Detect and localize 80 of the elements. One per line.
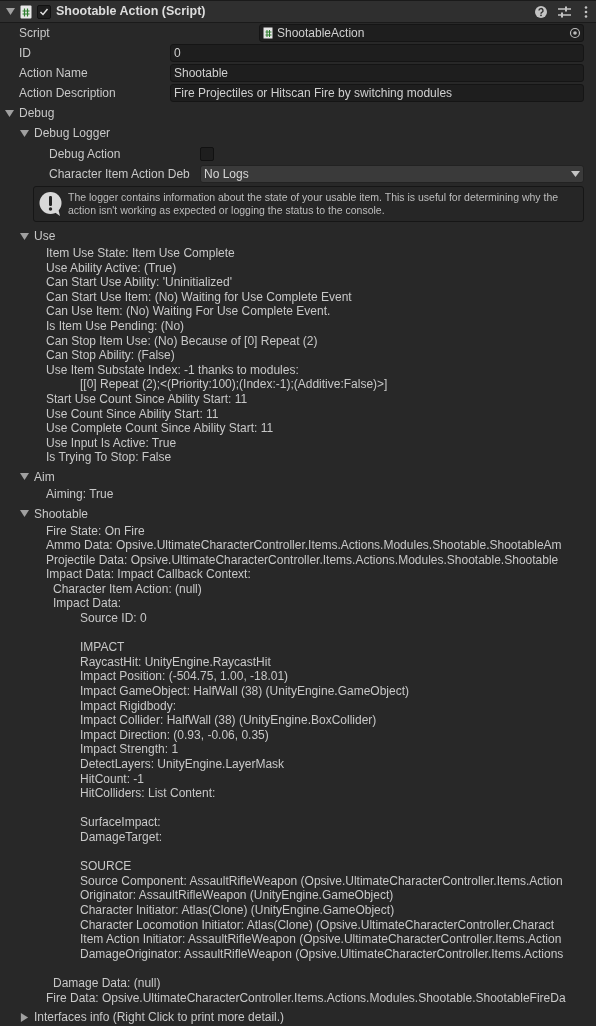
debug-text-line: RaycastHit: UnityEngine.RaycastHit [80,654,272,670]
foldout-label[interactable]: Aim [34,467,55,486]
collapse-triangle-icon[interactable] [20,231,29,241]
object-picker-icon[interactable] [567,25,583,41]
debug-text-line: Can Use Item: (No) Waiting For Use Complete Event. [46,304,332,319]
debug-text-line: Impact GameObject: HalfWall (38) (UnityEngine.GameObject) [80,684,410,699]
foldout-label[interactable]: Debug [19,104,55,122]
debug-text-line: Aiming: True [46,486,115,502]
debug-text-line: Originator: AssaultRifleWeapon (UnityEngine.GameObject) [80,888,395,903]
debug-text-line: Can Start Use Item: (No) Waiting for Use Complete Event [46,289,353,305]
debug-text-line: Character Locomotion Initiator: Atlas(Clone) (Opsive.UltimateCharacterController.Charact [80,917,556,933]
debug-text-line: Ammo Data: Opsive.UltimateCharacterController.Items.Actions.Modules.Shootable.ShootableAm [46,538,563,553]
field-label: Action Description [19,85,117,102]
debug-text-line: Impact Data: [53,596,123,612]
component-title: Shootable Action (Script) [56,3,207,21]
debug-text-line: Use Complete Count Since Ability Start: 11 [46,421,275,436]
debug-text-line: Fire State: On Fire [46,523,146,539]
preset-sliders-icon[interactable] [558,5,571,18]
foldout-label[interactable]: Shootable [34,504,89,523]
collapse-triangle-icon[interactable] [20,128,29,138]
debug-text-line: Use Ability Active: (True) [46,260,178,276]
field-label: Character Item Action Deb [49,166,191,183]
expand-triangle-icon[interactable] [20,1012,29,1022]
menu-icon[interactable] [584,5,588,18]
field-label: Script [19,25,51,42]
debug-text-line: HitCount: -1 [80,771,146,787]
object-field[interactable]: ShootableAction [259,24,584,42]
debug-text-line: Can Stop Ability: (False) [46,348,176,363]
debug-text-line: Character Initiator: Atlas(Clone) (UnityEngine.GameObject) [80,902,396,918]
debug-text-line: Projectile Data: Opsive.UltimateCharacterController.Items.Actions.Modules.Shootable.Shootable [46,552,560,568]
debug-text-line: Source Component: AssaultRifleWeapon (Opsive.UltimateCharacterController.Items.Action [80,873,564,889]
field-label: Action Name [19,65,89,82]
text-field[interactable]: 0 [170,44,584,62]
debug-text-line: SurfaceImpact: [80,815,162,830]
script-file-icon [263,27,273,39]
collapse-triangle-icon[interactable] [20,509,29,518]
collapse-triangle-icon[interactable] [6,7,15,16]
field-label: ID [19,45,32,62]
debug-text-line: Impact Strength: 1 [80,742,180,757]
debug-text-line: Can Start Use Ability: 'Uninitialized' [46,275,233,290]
debug-text-line: DamageTarget: [80,829,164,845]
script-file-icon [20,4,32,19]
debug-text-line: Impact Rigidbody: [80,698,178,714]
foldout-label[interactable]: Debug Logger [34,124,111,142]
dropdown[interactable]: No Logs [200,165,584,183]
debug-text-line: DamageOriginator: AssaultRifleWeapon (Opsive.UltimateCharacterController.Items.Actions [80,946,565,962]
debug-text-line: Use Item Substate Index: -1 thanks to modules: [46,362,300,378]
debug-text-line: Start Use Count Since Ability Start: 11 [46,391,249,407]
debug-text-line: HitColliders: List Content: [80,786,217,801]
debug-text-line: DetectLayers: UnityEngine.LayerMask [80,757,286,772]
debug-text-line: Item Action Initiator: AssaultRifleWeapon (Opsive.UltimateCharacterController.Items.Action [80,932,563,947]
debug-text-line: Use Input Is Active: True [46,435,178,451]
debug-text-line: Is Item Use Pending: (No) [46,318,186,334]
dropdown-caret-icon [571,171,580,177]
debug-text-line: Damage Data: (null) [53,975,162,991]
debug-text-line: Item Use State: Item Use Complete [46,246,236,261]
debug-text-line: Fire Data: Opsive.UltimateCharacterController.Items.Actions.Modules.Shootable.ShootableFireDa [46,990,567,1006]
field-label: Debug Action [49,145,122,163]
debug-text-line: Impact Direction: (0.93, -0.06, 0.35) [80,727,270,743]
debug-text-line: IMPACT [80,640,126,655]
debug-text-line: Impact Position: (-504.75, 1.00, -18.01) [80,669,290,685]
debug-text-line: Use Count Since Ability Start: 11 [46,406,220,422]
foldout-label[interactable]: Use [34,227,56,245]
debug-text-line: Is Trying To Stop: False [46,450,173,465]
debug-text-line: Impact Data: Impact Callback Context: [46,567,252,582]
help-icon[interactable] [535,5,547,18]
collapse-triangle-icon[interactable] [20,472,29,482]
text-field[interactable]: Shootable [170,64,584,82]
warning-bubble-icon [39,192,62,216]
text-field[interactable]: Fire Projectiles or Hitscan Fire by switching modules [170,84,584,102]
foldout-label[interactable]: Interfaces info (Right Click to print more detail.) [34,1008,285,1026]
debug-text-line: [[0] Repeat (2);<(Priority:100);(Index:-1);(Additive:False)>] [80,377,389,392]
debug-text-line: SOURCE [80,859,133,874]
help-text: The logger contains information about the state of your usable item. This is useful for determining why the action isn't working as expected or logging the status to the console. [68,191,560,217]
debug-text-line: Source ID: 0 [80,611,148,626]
debug-text-line: Impact Collider: HalfWall (38) (UnityEngine.BoxCollider) [80,713,378,728]
debug-text-line: Character Item Action: (null) [53,581,203,597]
collapse-triangle-icon[interactable] [5,108,14,118]
enabled-checkbox[interactable] [37,4,51,19]
debug-text-line: Can Stop Item Use: (No) Because of [0] Repeat (2) [46,333,319,349]
